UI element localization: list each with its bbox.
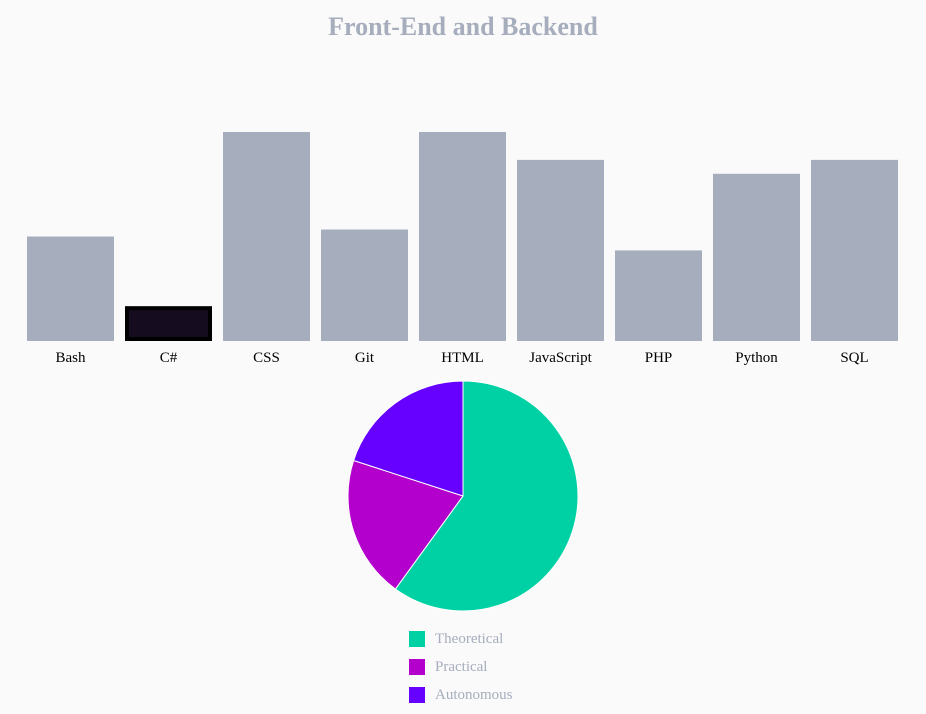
legend-swatch-autonomous [409, 687, 425, 703]
pie-legend: Theoretical Practical Autonomous [409, 625, 513, 709]
legend-label-practical: Practical [435, 658, 488, 675]
legend-item-practical: Practical [409, 653, 513, 681]
pie-chart [347, 380, 579, 612]
legend-item-theoretical: Theoretical [409, 625, 513, 653]
legend-item-autonomous: Autonomous [409, 681, 513, 709]
legend-label-autonomous: Autonomous [435, 686, 513, 703]
legend-swatch-theoretical [409, 631, 425, 647]
legend-swatch-practical [409, 659, 425, 675]
legend-label-theoretical: Theoretical [435, 630, 504, 647]
